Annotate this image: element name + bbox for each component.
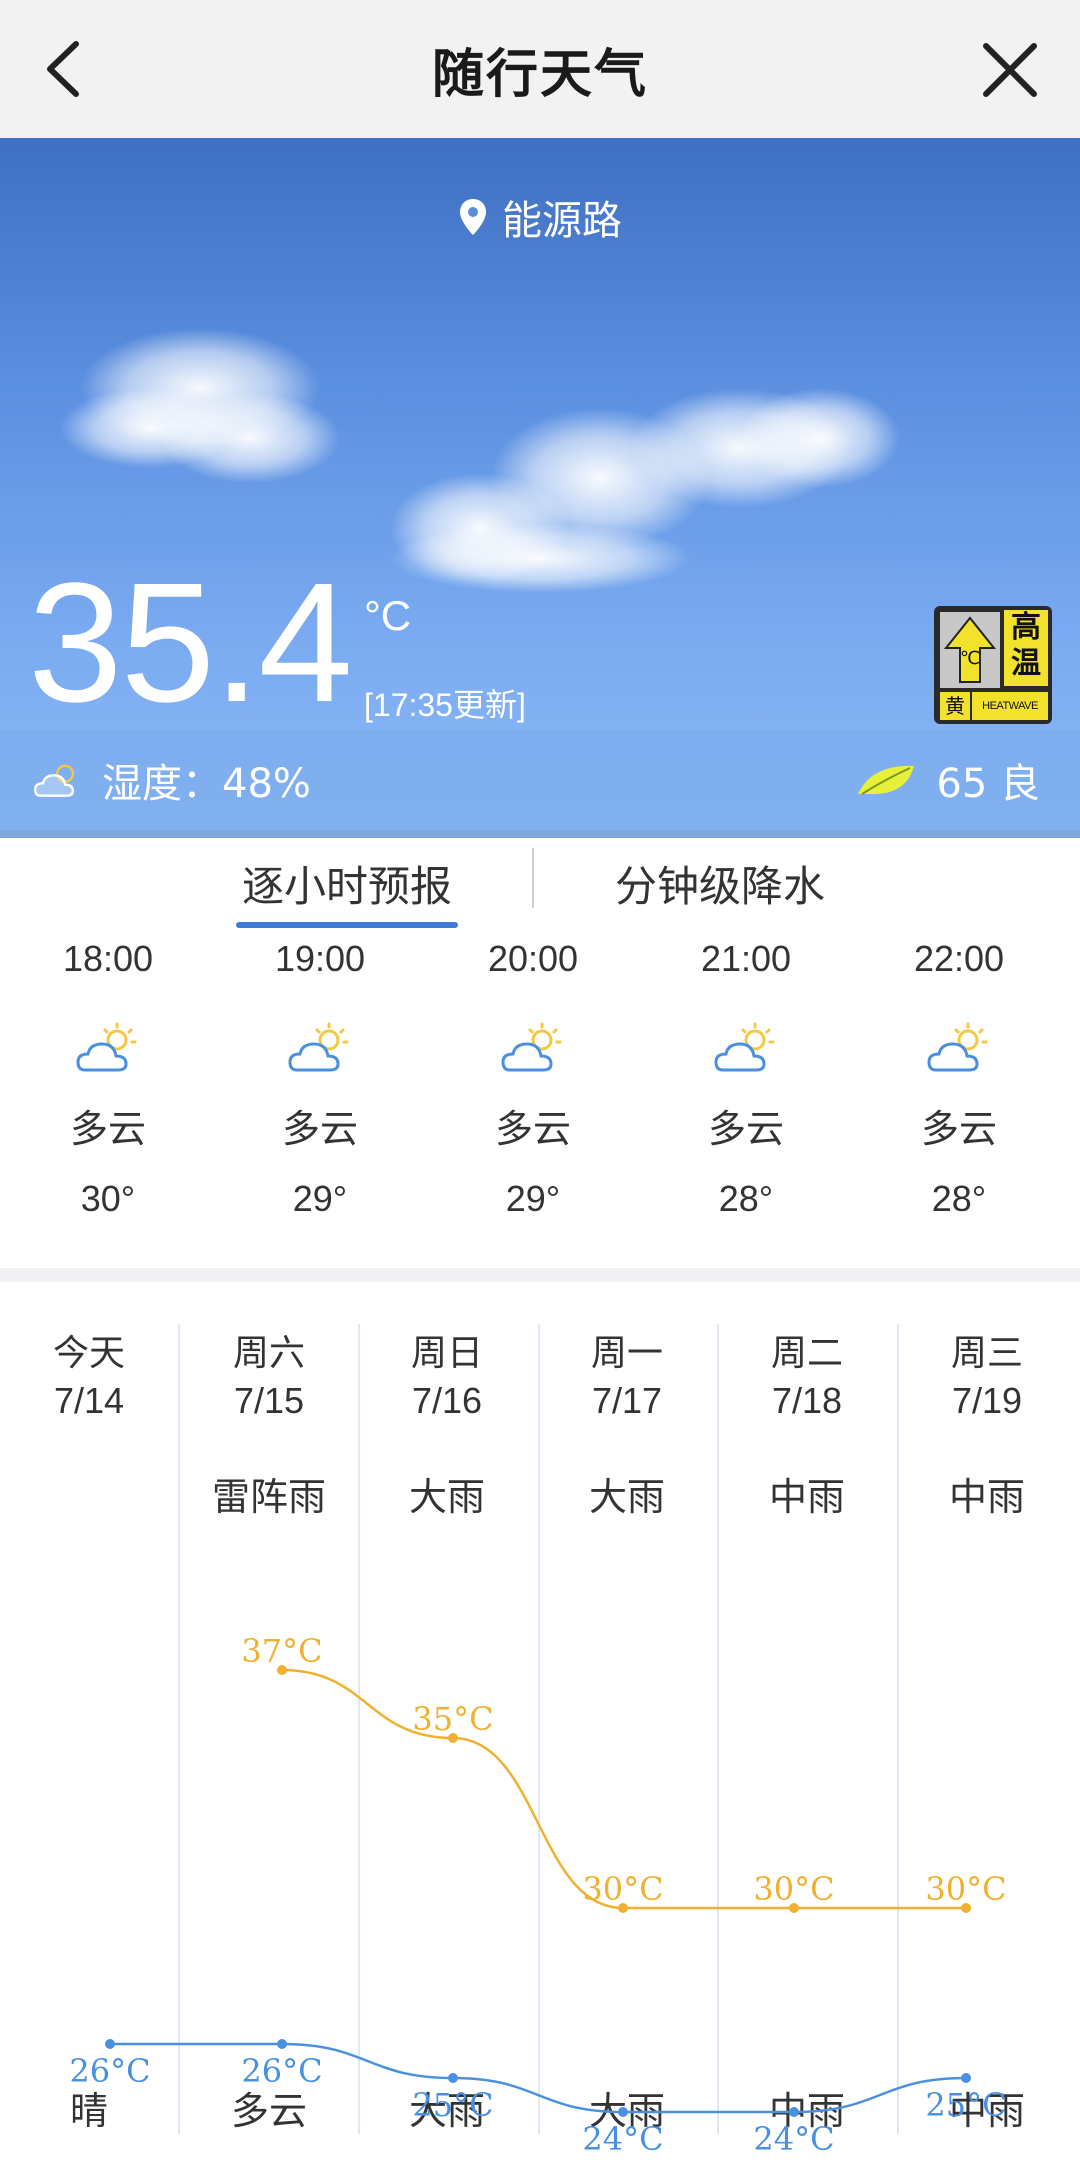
low-temp-point [105,2039,115,2049]
hour-time: 19:00 [274,938,366,979]
close-icon[interactable] [980,40,1040,100]
high-temp-label: 30°C [582,1870,663,1908]
low-temp-label: 26°C [241,2052,322,2090]
warning-arrow-icon: ℃ [940,612,1000,688]
tab-hourly[interactable]: 逐小时预报 [236,838,458,928]
hero-bottom-edge [0,830,1080,838]
active-tab-indicator [236,922,458,928]
temperature-unit: °C [364,592,412,639]
hour-time: 22:00 [913,938,1005,979]
low-temp-point [618,2107,628,2117]
title-bar: 随行天气 [0,0,1080,138]
hour-time: 18:00 [62,938,154,979]
hour-time: 20:00 [487,938,579,979]
section-separator [0,1268,1080,1282]
forecast-tabs: 逐小时预报 分钟级降水 [0,838,1080,938]
current-temperature: 35.4 [28,548,353,738]
hour-condition: 多云 [494,1107,571,1151]
hour-temp: 29° [505,1178,561,1219]
low-temp-point [448,2073,458,2083]
hour-time: 21:00 [700,938,792,979]
high-temp-label: 30°C [753,1870,834,1908]
location[interactable]: 能源路 [0,188,1080,246]
high-temp-label: 30°C [925,1870,1006,1908]
back-chevron-icon[interactable] [30,34,100,104]
warning-en: HEATWAVE [972,692,1048,720]
partly-cloudy-icon [501,1022,562,1072]
low-temp-point [961,2073,971,2083]
humidity-text: 湿度：48% [102,761,311,807]
low-temp-point [277,2039,287,2049]
partly-cloudy-icon [76,1022,137,1072]
page-title: 随行天气 [431,44,648,105]
partly-cloudy-icon [34,764,75,797]
high-temp-label: 35°C [412,1700,493,1738]
high-temp-label: 37°C [241,1632,322,1670]
warning-type: 高温 [1004,610,1048,686]
hour-condition: 多云 [281,1107,358,1151]
location-pin-icon [460,199,486,235]
heatwave-warning-badge[interactable]: ℃ 高温 黄 HEATWAVE [934,606,1052,724]
low-temp-label: 25°C [925,2086,1006,2124]
low-temp-label: 26°C [69,2052,150,2090]
partly-cloudy-icon [927,1022,988,1072]
current-weather-hero: 能源路 35.4 °C [17:35更新] ℃ 高温 黄 HEATWAVE 湿度… [0,138,1080,838]
hour-temp: 28° [718,1178,774,1219]
hour-condition: 多云 [707,1107,784,1151]
hourly-forecast: 18:00 多云 30° 19:00 多云 29° 20:00 多云 29° 2… [0,938,1080,1268]
aqi-text: 65 良 [936,761,1040,807]
low-temp-point [789,2107,799,2117]
tab-divider [532,848,534,908]
update-time: [17:35更新] [364,687,526,723]
partly-cloudy-icon [714,1022,775,1072]
partly-cloudy-icon [288,1022,349,1072]
low-temp-line [110,2042,967,2114]
svg-text:℃: ℃ [960,648,980,669]
tab-minute-precip[interactable]: 分钟级降水 [600,838,840,928]
hour-temp: 28° [931,1178,987,1219]
daily-forecast: 今天 7/14 晴 周六 7/15 雷阵雨 多云 周日 7/16 大雨 大雨 周… [0,1282,1080,2181]
location-name: 能源路 [502,198,622,244]
hour-condition: 多云 [69,1107,146,1151]
warning-level: 黄 [940,692,970,720]
humidity: 湿度：48% [32,730,311,830]
low-temp-label: 25°C [412,2086,493,2124]
hour-temp: 30° [80,1178,136,1219]
low-temp-label: 24°C [582,2120,663,2158]
air-quality[interactable]: 65 良 [854,730,1040,830]
low-temp-label: 24°C [753,2120,834,2158]
hour-temp: 29° [292,1178,348,1219]
temperature-trend-chart: 37°C 35°C 30°C 30°C 30°C 26°C 26°C 25°C 24°C 24°C… [69,1632,1006,2158]
leaf-icon [858,765,915,795]
hour-condition: 多云 [920,1107,997,1151]
humidity-aqi-strip: 湿度：48% 65 良 [0,730,1080,830]
